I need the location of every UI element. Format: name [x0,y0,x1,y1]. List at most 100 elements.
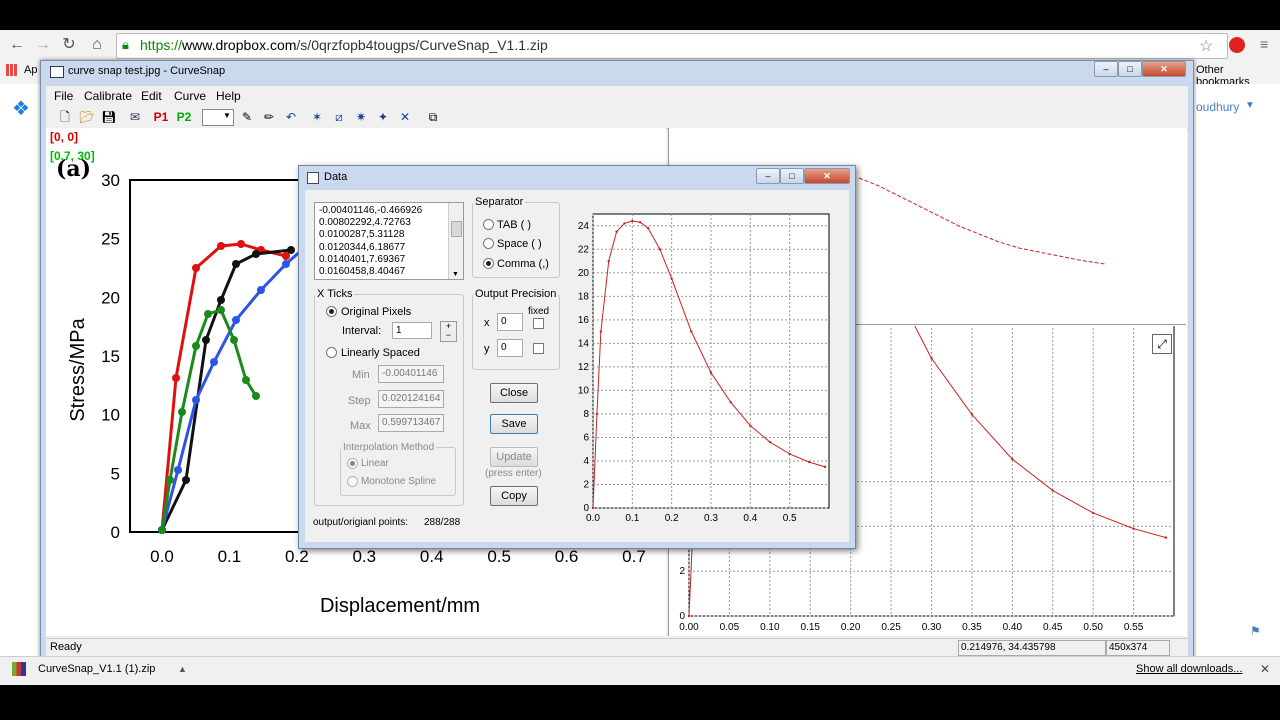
min-label: Min [352,369,370,381]
data-point [970,413,974,416]
show-all-downloads-link[interactable]: Show all downloads... [1136,663,1242,675]
x-tick-label: 0.10 [760,622,780,633]
flag-icon[interactable]: ⚑ [1250,624,1261,638]
snap-point-icon[interactable]: ✶ [308,109,326,125]
linearly-spaced-radio[interactable] [326,347,337,358]
image-icon[interactable]: ✉ [126,109,144,125]
source-marker [202,336,210,344]
copy-button[interactable]: Copy [490,486,538,506]
new-file-icon[interactable]: 🗋 [56,109,74,125]
monotone-spline-radio[interactable] [347,476,358,487]
x-tick-label: 0.25 [881,622,901,633]
home-icon[interactable]: ⌂ [86,35,108,55]
x-tick-label: 0.30 [922,622,942,633]
menu-help[interactable]: Help [216,89,241,103]
separator-space-radio[interactable] [483,238,494,249]
snap-multi-icon[interactable]: ✦ [374,109,392,125]
forward-icon[interactable]: → [32,35,54,55]
lock-icon: 🔒︎ [122,37,129,52]
fixed-x-checkbox[interactable] [533,318,544,329]
data-text-box[interactable]: -0.00401146,-0.466926 0.00802292,4.72763… [314,202,464,280]
data-point [768,440,772,444]
max-label: Max [350,420,371,432]
star-icon[interactable]: ☆ [1199,36,1213,56]
minimize-button[interactable]: – [1094,61,1118,77]
source-marker [282,260,290,268]
back-icon[interactable]: ← [6,35,28,55]
download-item[interactable]: CurveSnap_V1.1 (1).zip [38,663,155,675]
calibration-point-p1: [0, 0] [50,130,79,144]
menu-calibrate[interactable]: Calibrate [84,89,132,103]
source-marker [204,310,212,318]
app-icon [50,66,64,78]
data-point [930,357,933,360]
fixed-y-checkbox[interactable] [533,343,544,354]
separator-comma-radio[interactable] [483,258,494,269]
min-input[interactable]: -0.00401146 [378,365,444,383]
dialog-maximize-button[interactable]: □ [780,168,804,184]
close-button[interactable]: ✕ [1142,61,1186,77]
save-button[interactable]: Save [490,414,538,434]
source-marker [237,240,245,248]
url-text[interactable]: https://www.dropbox.com/s/0qrzfopb4tougp… [140,37,548,53]
pencil-icon[interactable]: ✏ [260,109,278,125]
scroll-down-icon[interactable]: ▼ [452,271,459,278]
menu-file[interactable]: File [54,89,73,103]
update-button[interactable]: Update [490,447,538,467]
menu-curve[interactable]: Curve [174,89,206,103]
calibrate-p2-button[interactable]: P2 [175,109,193,125]
delete-icon[interactable]: ✕ [396,109,414,125]
snap-curve-icon[interactable]: ✷ [352,109,370,125]
reload-icon[interactable]: ↻ [58,35,80,55]
status-text: Ready [50,641,82,653]
step-input[interactable]: 0.020124164 [378,390,444,408]
expand-icon[interactable]: ⤢ [1152,334,1172,354]
data-point [599,330,603,333]
copy-data-icon[interactable]: ⧉ [424,109,442,125]
eraser-icon[interactable]: ✎ [238,109,256,125]
linear-radio[interactable] [347,458,358,469]
apps-icon[interactable] [6,64,18,76]
open-folder-icon[interactable]: 📂︎ [78,109,96,125]
apps-label[interactable]: Ap [24,64,37,76]
maximize-button[interactable]: □ [1118,61,1142,77]
source-curve [160,248,292,531]
close-icon[interactable]: ✕ [1260,662,1270,676]
dialog-close-button[interactable]: ✕ [804,168,850,184]
extension-icon[interactable] [1229,37,1245,53]
close-data-button[interactable]: Close [490,383,538,403]
data-point [670,277,673,280]
menu-edit[interactable]: Edit [141,89,162,103]
undo-icon[interactable]: ↶ [282,109,300,125]
data-point [658,248,662,251]
press-enter-hint: (press enter) [485,468,542,479]
save-icon[interactable]: 💾︎ [100,109,118,125]
calibrate-p1-button[interactable]: P1 [152,109,170,125]
precision-x-input[interactable]: 0 [497,313,523,331]
x-tick-label: 0.5 [783,513,797,524]
color-picker[interactable]: ▼ [202,109,234,126]
chevron-up-icon[interactable]: ▲ [178,664,187,674]
interval-input[interactable]: 1 [392,322,432,339]
menu-icon[interactable]: ≡ [1260,36,1268,52]
precision-y-input[interactable]: 0 [497,339,523,357]
snap-line-icon[interactable]: ⧄ [330,109,348,125]
scroll-thumb[interactable] [451,221,462,237]
preview-curve-line [858,177,1106,265]
data-scrollbar[interactable]: ▼ [448,203,463,279]
source-marker [210,358,218,366]
data-line: -0.00401146,-0.466926 [319,205,423,216]
y-tick-label: 20 [578,268,590,279]
chevron-down-icon[interactable]: ▼ [1245,100,1255,111]
source-marker [192,342,200,350]
separator-tab-radio[interactable] [483,219,494,230]
source-curve [160,242,287,531]
data-line: 0.0160458,8.40467 [319,266,406,278]
dialog-minimize-button[interactable]: – [756,168,780,184]
interval-stepper[interactable]: + − [440,321,457,342]
max-input[interactable]: 0.599713467 [378,414,444,432]
original-pixels-radio[interactable] [326,306,337,317]
data-point [607,259,610,263]
user-name[interactable]: oudhury [1196,100,1239,114]
xticks-legend: X Ticks [317,288,353,300]
